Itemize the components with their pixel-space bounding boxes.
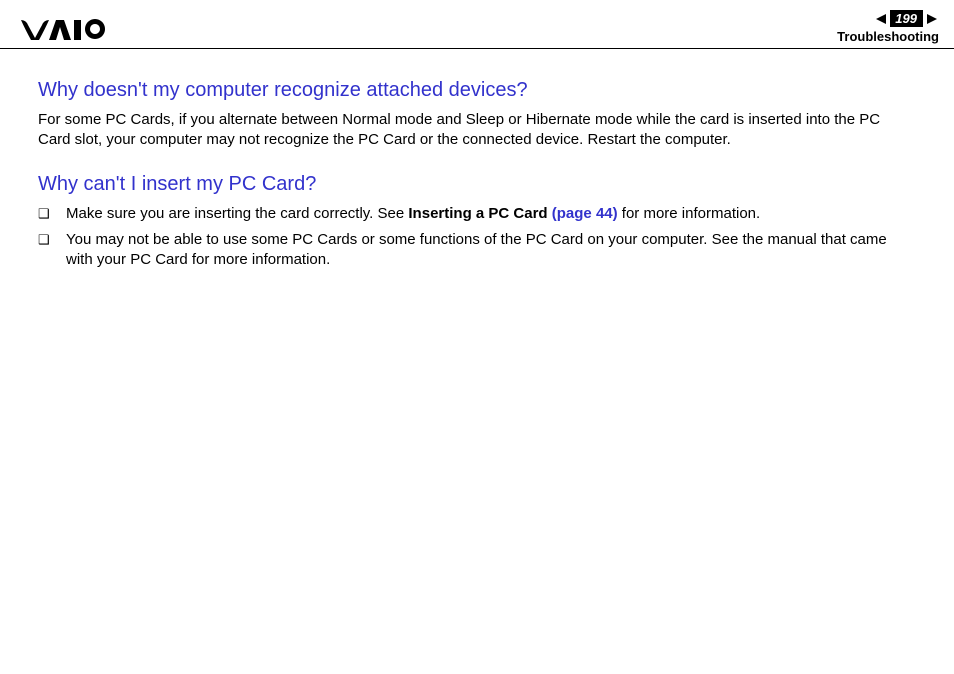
header-right: 199 Troubleshooting: [837, 10, 939, 44]
text-segment: for more information.: [618, 205, 761, 222]
bullet-text: You may not be able to use some PC Cards…: [66, 230, 916, 271]
page-number: 199: [890, 10, 923, 27]
paragraph-recognize-devices: For some PC Cards, if you alternate betw…: [38, 110, 916, 151]
vaio-logo-svg: [20, 18, 125, 40]
page-content: Why doesn't my computer recognize attach…: [0, 49, 954, 270]
prev-page-arrow-icon[interactable]: [874, 12, 888, 26]
bullet-icon: ❑: [38, 230, 66, 249]
list-item: ❑ Make sure you are inserting the card c…: [38, 204, 916, 224]
text-segment: Make sure you are inserting the card cor…: [66, 205, 408, 222]
bullet-text: Make sure you are inserting the card cor…: [66, 204, 916, 224]
heading-recognize-devices: Why doesn't my computer recognize attach…: [38, 79, 916, 102]
section-title: Troubleshooting: [837, 29, 939, 44]
next-page-arrow-icon[interactable]: [925, 12, 939, 26]
vaio-logo: [20, 10, 125, 40]
bullet-icon: ❑: [38, 204, 66, 223]
heading-insert-pc-card: Why can't I insert my PC Card?: [38, 173, 916, 196]
page-navigation: 199: [874, 10, 939, 27]
page-link[interactable]: (page 44): [552, 205, 618, 222]
bullet-list: ❑ Make sure you are inserting the card c…: [38, 204, 916, 271]
page-header: 199 Troubleshooting: [0, 0, 954, 49]
text-bold: Inserting a PC Card: [408, 205, 551, 222]
list-item: ❑ You may not be able to use some PC Car…: [38, 230, 916, 271]
